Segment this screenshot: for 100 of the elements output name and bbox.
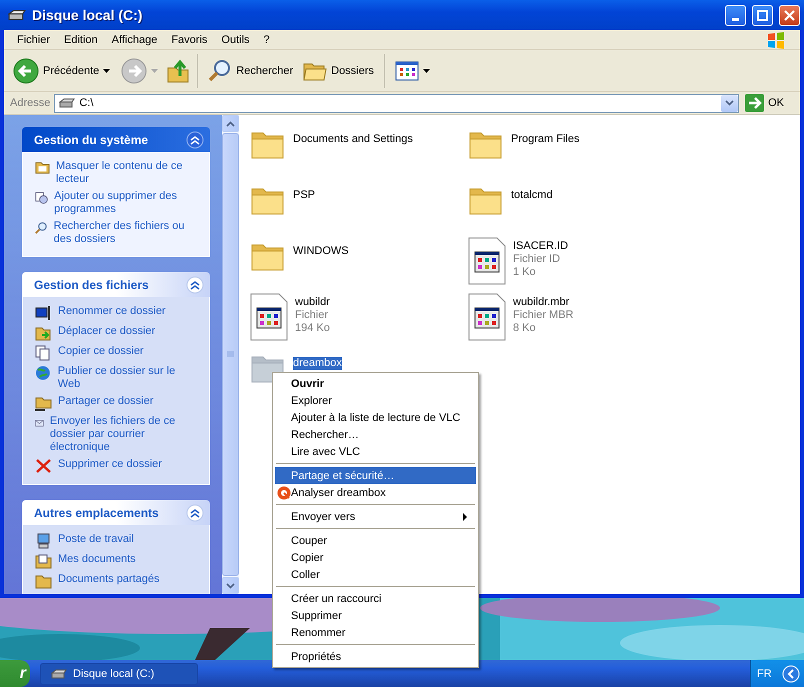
- submenu-arrow-icon: [463, 512, 468, 520]
- menu-item[interactable]: Fichier: [10, 34, 58, 46]
- file-size: 194 Ko: [295, 322, 330, 335]
- menu-item[interactable]: Partage et sécurité…: [275, 467, 476, 484]
- maximize-button[interactable]: [752, 4, 773, 26]
- menu-item[interactable]: Copier: [275, 549, 476, 566]
- shared-folder-icon: [35, 395, 52, 411]
- document-icon: [467, 293, 507, 341]
- collapse-icon[interactable]: [186, 130, 204, 148]
- address-value: C:\: [79, 97, 94, 109]
- menu-item[interactable]: Ajouter à la liste de lecture de VLC: [275, 409, 476, 426]
- panel-header[interactable]: Gestion des fichiers: [22, 272, 210, 297]
- panel-title: Gestion des fichiers: [34, 278, 149, 292]
- task-link[interactable]: Renommer ce dossier: [58, 305, 166, 318]
- menu-item[interactable]: Propriétés: [275, 648, 476, 665]
- panel-header[interactable]: Autres emplacements: [22, 500, 210, 525]
- chevron-icon[interactable]: [782, 664, 800, 682]
- file-name[interactable]: wubildr: [295, 296, 330, 309]
- computer-icon: [35, 533, 52, 549]
- window-title: Disque local (C:): [32, 7, 144, 23]
- file-name[interactable]: dreambox: [293, 357, 342, 370]
- chevron-up-icon: [226, 120, 235, 126]
- menu-item[interactable]: ?: [256, 34, 277, 46]
- menu-item[interactable]: Supprimer: [275, 607, 476, 624]
- file-name[interactable]: Program Files: [511, 133, 580, 146]
- taskbar-button[interactable]: Disque local (C:): [40, 662, 198, 684]
- up-folder-icon[interactable]: [166, 58, 190, 84]
- file-size: 8 Ko: [513, 322, 537, 335]
- drive-icon: [51, 668, 67, 678]
- menu-item[interactable]: Créer un raccourci: [275, 590, 476, 607]
- close-icon: [784, 10, 795, 20]
- minimize-button[interactable]: [725, 4, 746, 26]
- menu-item[interactable]: Renommer: [275, 624, 476, 641]
- folders-button[interactable]: Dossiers: [300, 58, 377, 84]
- menu-item[interactable]: Favoris: [164, 34, 214, 46]
- file-name[interactable]: WINDOWS: [293, 245, 349, 258]
- go-button[interactable]: OK: [743, 94, 796, 112]
- task-link[interactable]: Documents partagés: [58, 573, 160, 586]
- menu-item[interactable]: Rechercher…: [275, 426, 476, 443]
- folder-icon: [35, 573, 52, 589]
- grip-icon: [227, 351, 234, 358]
- right-arrow-icon: [745, 94, 764, 112]
- folder-arrow-icon: [35, 325, 52, 341]
- ring-icon: [277, 486, 291, 500]
- menu-item[interactable]: Affichage: [104, 34, 164, 46]
- file-type: Fichier: [295, 309, 330, 322]
- documents-folder-icon: [35, 553, 52, 569]
- menu-item[interactable]: Explorer: [275, 392, 476, 409]
- menu-item[interactable]: Edition: [57, 34, 105, 46]
- task-link[interactable]: Publier ce dossier sur le Web: [58, 365, 199, 391]
- task-link[interactable]: Poste de travail: [58, 533, 134, 546]
- task-link[interactable]: Rechercher des fichiers ou des dossiers: [54, 220, 199, 246]
- scrollbar[interactable]: [222, 115, 239, 594]
- file-type: Fichier MBR: [513, 309, 574, 322]
- close-button[interactable]: [779, 4, 800, 26]
- search-icon: [35, 220, 48, 236]
- address-field[interactable]: C:\: [54, 94, 740, 112]
- file-name[interactable]: PSP: [293, 189, 316, 202]
- document-icon: [467, 237, 507, 285]
- task-link[interactable]: Supprimer ce dossier: [58, 458, 162, 471]
- task-link[interactable]: Copier ce dossier: [58, 345, 144, 358]
- caret-icon: [103, 68, 112, 74]
- panel-title: Gestion du système: [34, 132, 148, 146]
- task-link[interactable]: Déplacer ce dossier: [58, 325, 156, 338]
- menu-item[interactable]: Envoyer vers: [275, 508, 476, 525]
- menu-item[interactable]: Ouvrir: [275, 375, 476, 392]
- menu-item[interactable]: Lire avec VLC: [275, 443, 476, 460]
- maximize-icon: [757, 10, 768, 20]
- caret-icon: [422, 68, 431, 74]
- views-icon: [394, 60, 419, 80]
- task-link[interactable]: Envoyer les fichiers de ce dossier par courrier électronique: [50, 415, 199, 454]
- task-link[interactable]: Ajouter ou supprimer des programmes: [54, 190, 199, 216]
- menu-item[interactable]: Coller: [275, 566, 476, 583]
- panel-title: Autres emplacements: [34, 506, 159, 520]
- file-name[interactable]: wubildr.mbr: [513, 296, 574, 309]
- file-name[interactable]: Documents and Settings: [293, 133, 413, 146]
- search-button[interactable]: Rechercher: [205, 56, 296, 84]
- dropdown-button[interactable]: [721, 94, 738, 112]
- file-name[interactable]: ISACER.ID: [513, 240, 568, 253]
- collapse-icon[interactable]: [186, 504, 204, 522]
- chevron-down-icon: [226, 582, 235, 588]
- programs-icon: [35, 190, 48, 206]
- language-indicator[interactable]: FR: [757, 668, 772, 680]
- folder-icon: [35, 160, 50, 175]
- task-link[interactable]: Mes documents: [58, 553, 136, 566]
- document-icon: [249, 293, 289, 341]
- back-button[interactable]: Précédente: [10, 56, 114, 86]
- file-size: 1 Ko: [513, 266, 537, 279]
- start-button[interactable]: r: [0, 660, 30, 687]
- task-link[interactable]: Partager ce dossier: [58, 395, 154, 408]
- menu-item[interactable]: Analyser dreambox: [275, 484, 476, 501]
- chevron-down-icon: [725, 100, 734, 106]
- drive-icon: [59, 98, 76, 108]
- drive-icon: [8, 9, 26, 21]
- menu-item[interactable]: Outils: [214, 34, 257, 46]
- collapse-icon[interactable]: [186, 276, 204, 294]
- task-link[interactable]: Masquer le contenu de ce lecteur: [56, 160, 199, 186]
- panel-header[interactable]: Gestion du système: [22, 127, 210, 152]
- menu-item[interactable]: Couper: [275, 532, 476, 549]
- file-name[interactable]: totalcmd: [511, 189, 553, 202]
